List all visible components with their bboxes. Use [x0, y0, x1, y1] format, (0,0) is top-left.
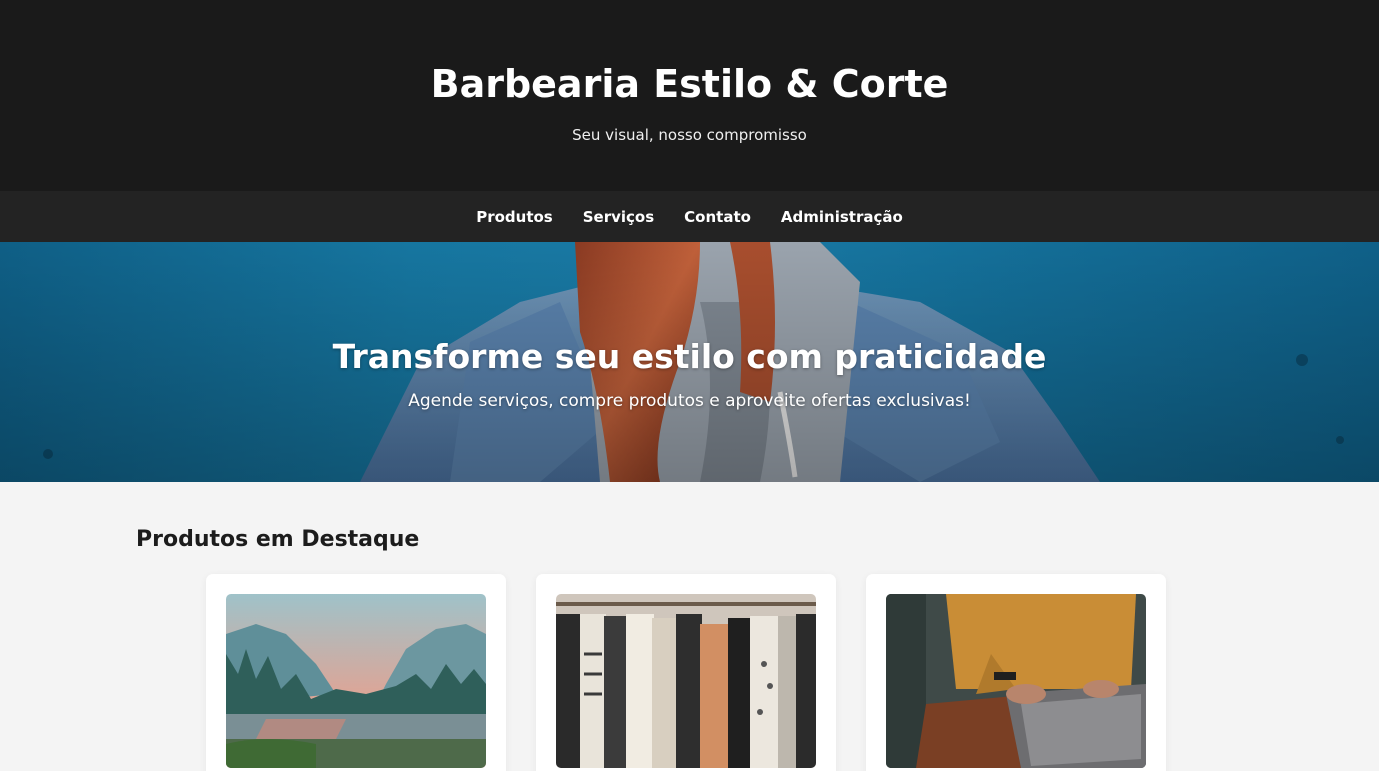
laptop-sweater-image[interactable]	[886, 594, 1146, 768]
hero-banner: Transforme seu estilo com praticidade Ag…	[0, 242, 1379, 482]
section-title: Produtos em Destaque	[136, 527, 420, 552]
featured-products-section: Produtos em Destaque	[0, 482, 1379, 771]
hero-title: Transforme seu estilo com praticidade	[332, 337, 1047, 376]
nav-link-produtos[interactable]: Produtos	[476, 208, 553, 226]
clothing-rack-image[interactable]	[556, 594, 816, 768]
nav-link-contato[interactable]: Contato	[684, 208, 751, 226]
site-title: Barbearia Estilo & Corte	[430, 62, 949, 106]
main-nav: Produtos Serviços Contato Administração	[0, 191, 1379, 242]
product-card[interactable]	[866, 574, 1166, 771]
mountain-lake-image[interactable]	[226, 594, 486, 768]
site-header: Barbearia Estilo & Corte Seu visual, nos…	[0, 0, 1379, 191]
product-grid	[136, 574, 1243, 771]
hero-subtitle: Agende serviços, compre produtos e aprov…	[408, 391, 971, 411]
nav-link-administracao[interactable]: Administração	[781, 208, 903, 226]
product-card[interactable]	[206, 574, 506, 771]
nav-link-servicos[interactable]: Serviços	[583, 208, 654, 226]
site-tagline: Seu visual, nosso compromisso	[572, 126, 807, 144]
product-card[interactable]	[536, 574, 836, 771]
